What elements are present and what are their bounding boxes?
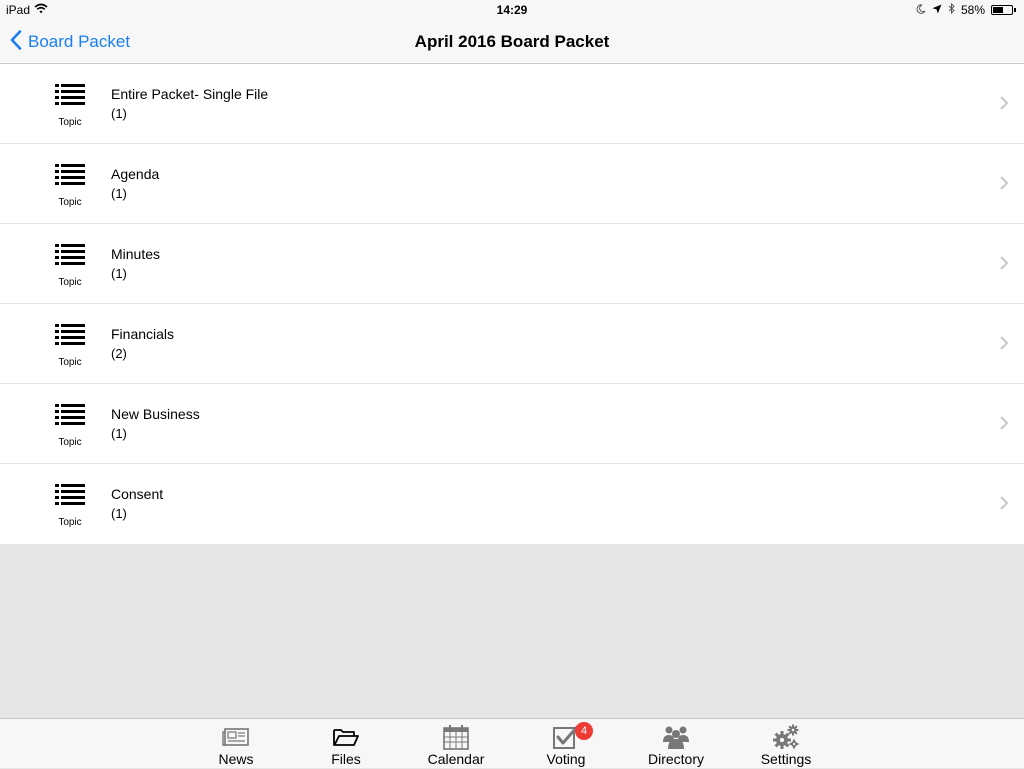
list-item[interactable]: Topic Agenda (1) — [0, 144, 1024, 224]
list-icon — [54, 244, 86, 271]
item-title: New Business — [111, 406, 200, 422]
list-icon — [54, 84, 86, 111]
battery-icon — [991, 5, 1016, 15]
icon-caption: Topic — [58, 517, 82, 528]
status-bar: iPad 14:29 58% — [0, 0, 1024, 20]
item-count: (1) — [111, 266, 127, 281]
chevron-right-icon — [1000, 336, 1009, 355]
chevron-right-icon — [1000, 416, 1009, 435]
battery-percent: 58% — [960, 3, 985, 17]
folder-icon — [332, 724, 360, 750]
item-title: Financials — [111, 326, 175, 342]
tab-label: Calendar — [427, 751, 485, 767]
tab-label: Settings — [760, 751, 812, 767]
list-icon — [54, 404, 86, 431]
icon-caption: Topic — [58, 197, 82, 208]
tab-label: Directory — [647, 751, 704, 767]
item-title: Consent — [111, 486, 164, 502]
back-button-label: Board Packet — [28, 32, 131, 51]
item-count: (1) — [111, 106, 127, 121]
bluetooth-icon — [948, 2, 955, 17]
chevron-left-icon — [10, 29, 22, 55]
list-item[interactable]: Topic Minutes (1) — [0, 224, 1024, 304]
topic-list: Topic Entire Packet- Single File (1) Top… — [0, 64, 1024, 544]
icon-caption: Topic — [58, 357, 82, 368]
tab-label: Voting — [546, 751, 586, 767]
tab-bar: News Files Calendar 4 Voting Directory S… — [0, 718, 1024, 768]
notification-badge: 4 — [575, 722, 593, 740]
icon-caption: Topic — [58, 437, 82, 448]
navigation-bar: Board Packet April 2016 Board Packet — [0, 20, 1024, 64]
item-count: (2) — [111, 346, 127, 361]
item-title: Minutes — [111, 246, 161, 262]
list-item[interactable]: Topic Entire Packet- Single File (1) — [0, 64, 1024, 144]
tab-files[interactable]: Files — [301, 719, 391, 769]
item-count: (1) — [111, 506, 127, 521]
tab-calendar[interactable]: Calendar — [411, 719, 501, 769]
tab-label: News — [218, 751, 254, 767]
icon-caption: Topic — [58, 277, 82, 288]
tab-directory[interactable]: Directory — [631, 719, 721, 769]
people-icon — [662, 724, 690, 750]
chevron-right-icon — [1000, 96, 1009, 115]
tab-news[interactable]: News — [191, 719, 281, 769]
tab-voting[interactable]: 4 Voting — [521, 719, 611, 769]
status-right: 58% — [916, 2, 1016, 17]
gears-icon — [772, 724, 800, 750]
list-item[interactable]: Topic Consent (1) — [0, 464, 1024, 544]
back-button[interactable]: Board Packet — [10, 20, 130, 64]
chevron-right-icon — [1000, 496, 1009, 515]
list-icon — [54, 324, 86, 351]
status-time: 14:29 — [496, 3, 528, 17]
list-item[interactable]: Topic New Business (1) — [0, 384, 1024, 464]
list-item[interactable]: Topic Financials (2) — [0, 304, 1024, 384]
list-icon — [54, 164, 86, 191]
chevron-right-icon — [1000, 176, 1009, 195]
item-count: (1) — [111, 426, 127, 441]
item-title: Agenda — [111, 166, 160, 182]
calendar-icon — [442, 724, 470, 750]
chevron-right-icon — [1000, 256, 1009, 275]
item-count: (1) — [111, 186, 127, 201]
item-title: Entire Packet- Single File — [111, 86, 269, 102]
location-arrow-icon — [932, 3, 942, 17]
page-title: April 2016 Board Packet — [414, 32, 610, 51]
newspaper-icon — [222, 724, 250, 750]
list-icon — [54, 484, 86, 511]
tab-settings[interactable]: Settings — [741, 719, 831, 769]
icon-caption: Topic — [58, 117, 82, 128]
moon-icon — [916, 3, 926, 17]
tab-label: Files — [331, 751, 361, 767]
